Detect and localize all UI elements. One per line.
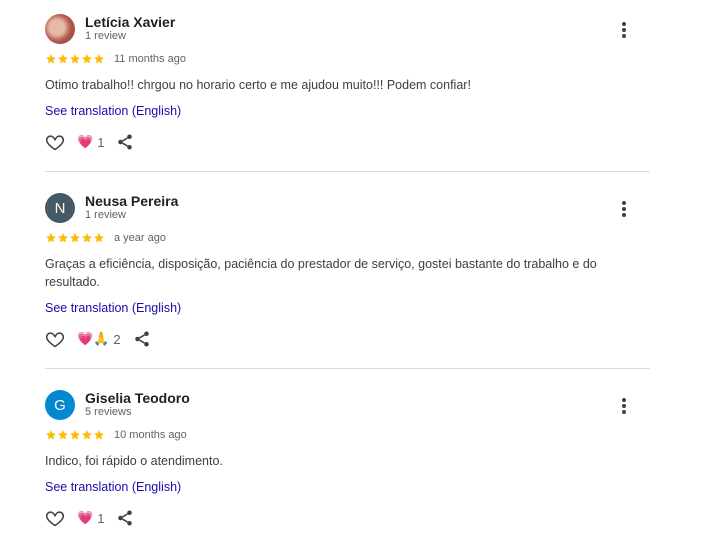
review-time: 10 months ago: [114, 429, 187, 441]
dot: [622, 201, 626, 205]
star-icon: [94, 430, 104, 440]
review-card: N Neusa Pereira 1 review a year ago Graç…: [0, 193, 702, 358]
reactions-summary[interactable]: 💗🙏 2: [77, 331, 121, 347]
review-card: G Giselia Teodoro 5 reviews 10 months ag…: [0, 390, 702, 540]
reviewer-meta: 1 review: [85, 30, 126, 42]
reviewer-meta: 1 review: [85, 209, 126, 221]
star-icon: [82, 54, 92, 64]
see-translation-link[interactable]: See translation (English): [45, 480, 181, 494]
reviewer-meta: 5 reviews: [85, 406, 132, 418]
star-icon: [94, 54, 104, 64]
dot: [622, 410, 626, 414]
star-icon: [58, 233, 68, 243]
reviewer-avatar[interactable]: G: [45, 390, 75, 420]
dot: [622, 398, 626, 402]
dot: [622, 28, 626, 32]
review-actions: 💗 1: [45, 132, 134, 152]
heart-outline-icon[interactable]: [45, 508, 65, 528]
reviewer-avatar[interactable]: N: [45, 193, 75, 223]
reviewer-name[interactable]: Neusa Pereira: [85, 193, 178, 209]
dot: [622, 34, 626, 38]
avatar-letter: G: [54, 396, 66, 414]
star-icon: [46, 233, 56, 243]
reactions-summary[interactable]: 💗 1: [77, 510, 104, 526]
star-icon: [46, 54, 56, 64]
star-rating: [45, 53, 105, 65]
dot: [622, 404, 626, 408]
reactions-summary[interactable]: 💗 1: [77, 134, 104, 150]
review-text: Indico, foi rápido o atendimento.: [45, 454, 223, 468]
reviewer-name[interactable]: Letícia Xavier: [85, 14, 175, 30]
reviewer-name[interactable]: Giselia Teodoro: [85, 390, 190, 406]
review-card: Letícia Xavier 1 review 11 months ago Ot…: [0, 14, 702, 164]
see-translation-link[interactable]: See translation (English): [45, 104, 181, 118]
review-text: Graças a eficiência, disposição, paciênc…: [45, 257, 597, 289]
star-icon: [70, 233, 80, 243]
star-icon: [70, 54, 80, 64]
see-translation-link[interactable]: See translation (English): [45, 301, 181, 315]
more-options-button[interactable]: [613, 19, 635, 41]
star-icon: [82, 430, 92, 440]
review-actions: 💗 1: [45, 508, 134, 528]
dot: [622, 207, 626, 211]
reaction-count: 1: [97, 510, 105, 526]
share-icon[interactable]: [116, 509, 134, 527]
more-options-button[interactable]: [613, 198, 635, 220]
heart-outline-icon[interactable]: [45, 132, 65, 152]
review-text: Otimo trabalho!! chrgou no horario certo…: [45, 78, 471, 92]
reviewer-avatar[interactable]: [45, 14, 75, 44]
dot: [622, 213, 626, 217]
star-icon: [94, 233, 104, 243]
star-icon: [46, 430, 56, 440]
star-icon: [70, 430, 80, 440]
review-divider: [45, 171, 650, 172]
dot: [622, 22, 626, 26]
reaction-count: 1: [97, 134, 105, 150]
share-icon[interactable]: [116, 133, 134, 151]
review-time: 11 months ago: [114, 53, 186, 65]
more-options-button[interactable]: [613, 395, 635, 417]
star-rating: [45, 429, 105, 441]
avatar-letter: N: [54, 199, 66, 217]
star-icon: [82, 233, 92, 243]
star-icon: [58, 54, 68, 64]
review-time: a year ago: [114, 232, 166, 244]
review-divider: [45, 368, 650, 369]
share-icon[interactable]: [133, 330, 151, 348]
reaction-icons: 💗: [77, 134, 94, 149]
reaction-icons: 💗: [77, 510, 94, 525]
review-actions: 💗🙏 2: [45, 329, 151, 349]
reaction-icons: 💗🙏: [77, 331, 110, 346]
heart-outline-icon[interactable]: [45, 329, 65, 349]
star-icon: [58, 430, 68, 440]
reaction-count: 2: [113, 331, 121, 347]
star-rating: [45, 232, 105, 244]
